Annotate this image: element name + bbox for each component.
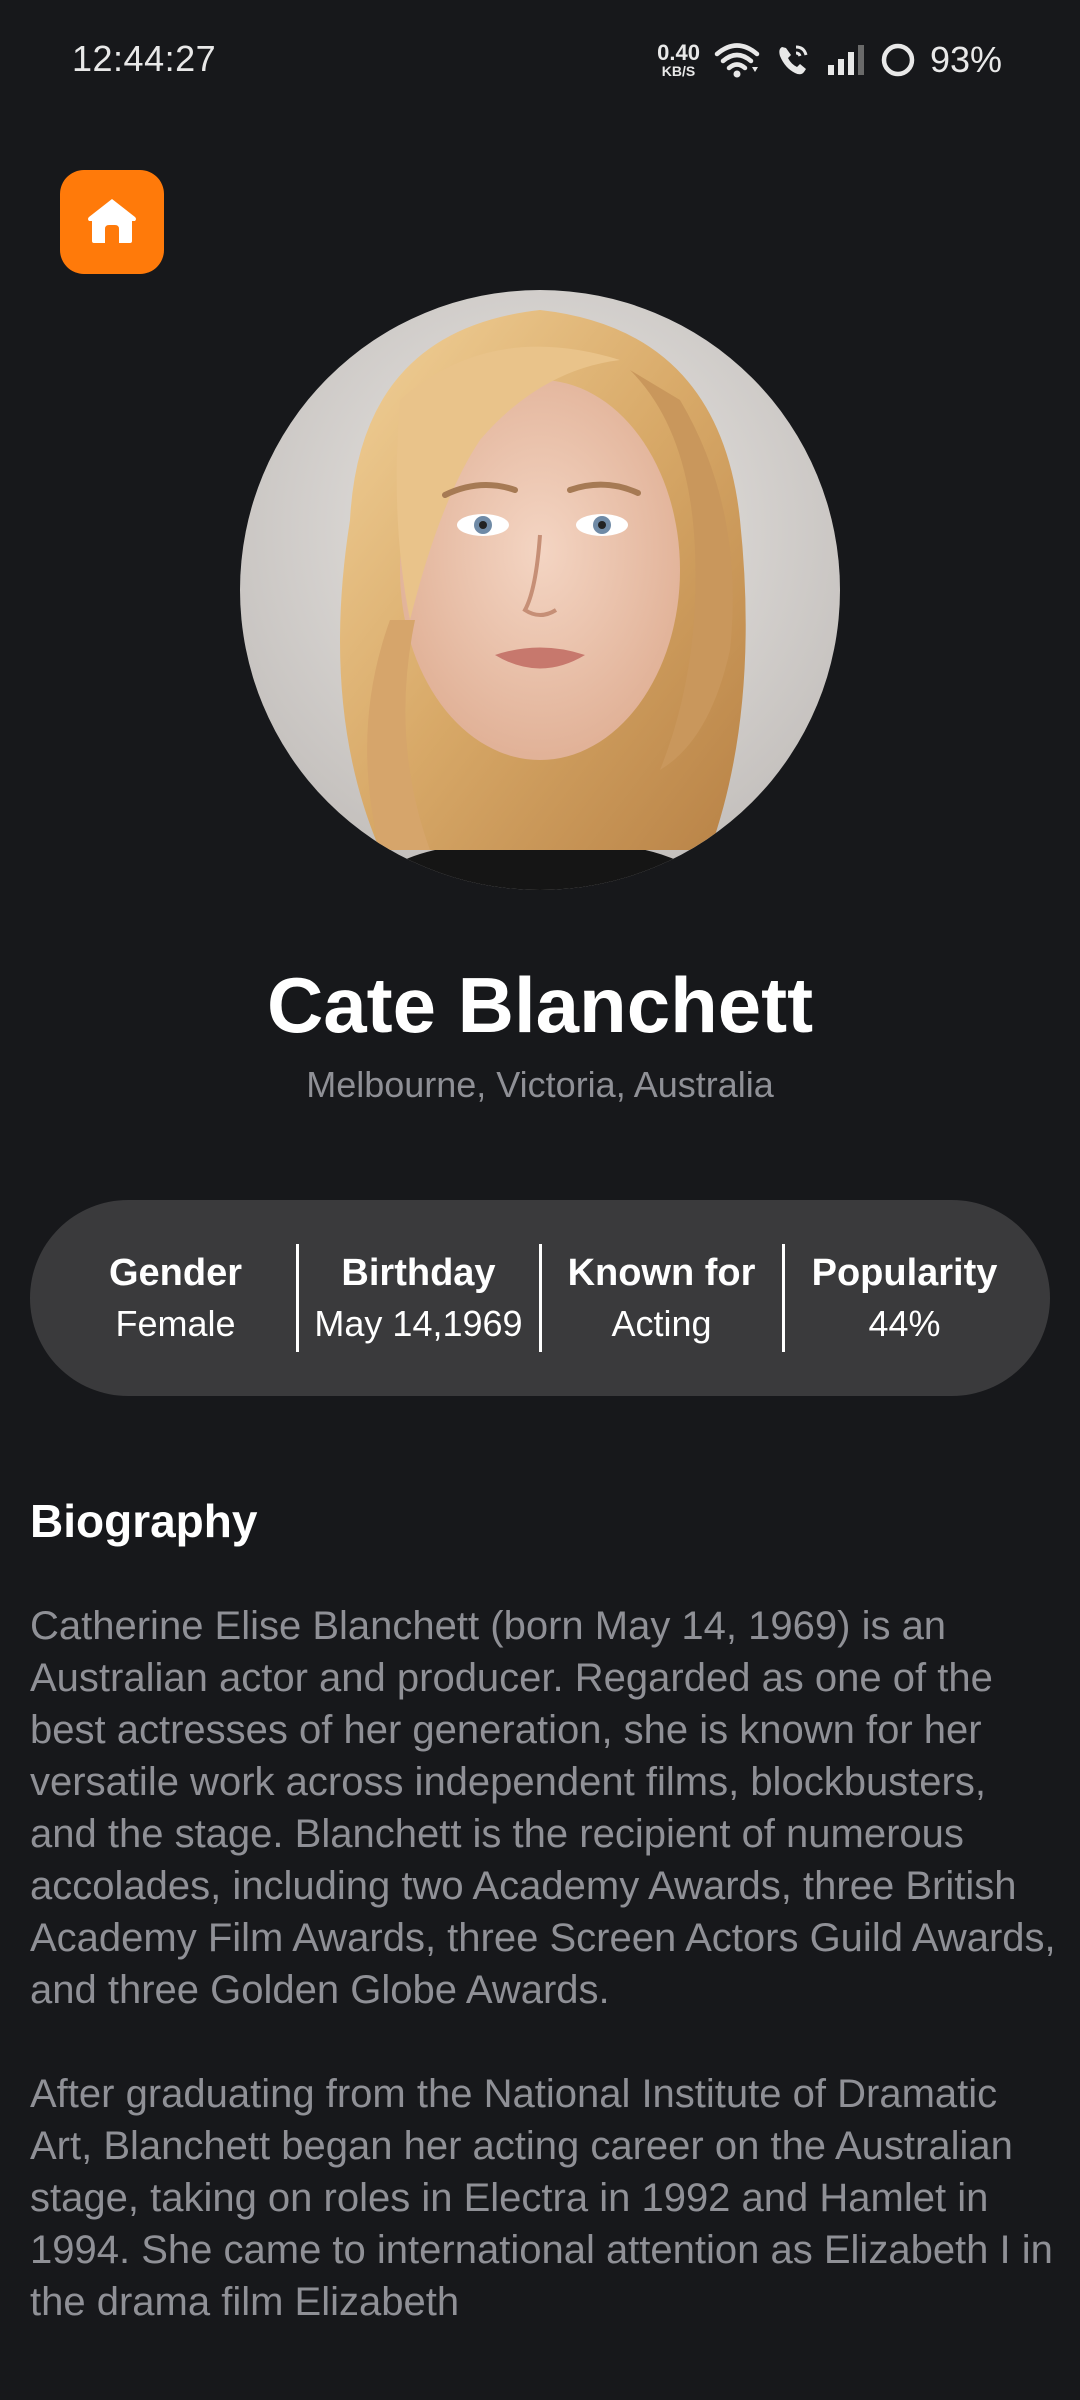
- stat-label: Gender: [108, 1251, 243, 1294]
- stat-popularity: Popularity 44%: [785, 1252, 1025, 1345]
- person-name: Cate Blanchett: [266, 961, 814, 1049]
- signal-icon: [826, 43, 866, 77]
- status-icons: 0.40 KB/S 93%: [657, 36, 1002, 84]
- stat-birthday: Birthday May 14,1969: [299, 1252, 539, 1345]
- stat-value: 44%: [868, 1302, 941, 1344]
- network-speed: 0.40 KB/S: [657, 40, 700, 79]
- network-speed-value: 0.40: [657, 40, 700, 65]
- wifi-icon: [714, 41, 760, 79]
- biography-text: Catherine Elise Blanchett (born May 14, …: [30, 1600, 1060, 2380]
- status-time: 12:44:27: [72, 38, 217, 79]
- battery-ring-icon: [880, 42, 916, 78]
- stat-known-for: Known for Acting: [542, 1252, 782, 1345]
- network-speed-unit: KB/S: [661, 63, 696, 79]
- home-button[interactable]: [60, 170, 164, 274]
- stat-value: Acting: [611, 1302, 712, 1344]
- stat-label: Known for: [567, 1251, 756, 1294]
- battery-percentage: 93%: [929, 39, 1002, 80]
- biography-paragraph: Catherine Elise Blanchett (born May 14, …: [30, 1604, 1056, 2012]
- stat-gender: Gender Female: [56, 1252, 296, 1345]
- biography-paragraph: After graduating from the National Insti…: [30, 2072, 1053, 2324]
- biography-heading: Biography: [30, 1495, 258, 1547]
- stat-label: Birthday: [341, 1251, 496, 1294]
- profile-photo: [240, 290, 840, 890]
- stat-value: Female: [115, 1302, 236, 1344]
- stat-value: May 14,1969: [314, 1302, 523, 1344]
- person-location: Melbourne, Victoria, Australia: [306, 1064, 774, 1105]
- wifi-call-icon: [774, 41, 812, 79]
- status-bar: 12:44:27 0.40 KB/S 93%: [0, 0, 1080, 124]
- stat-label: Popularity: [811, 1251, 998, 1294]
- person-stats: Gender Female Birthday May 14,1969 Known…: [30, 1200, 1050, 1396]
- home-icon: [85, 195, 139, 250]
